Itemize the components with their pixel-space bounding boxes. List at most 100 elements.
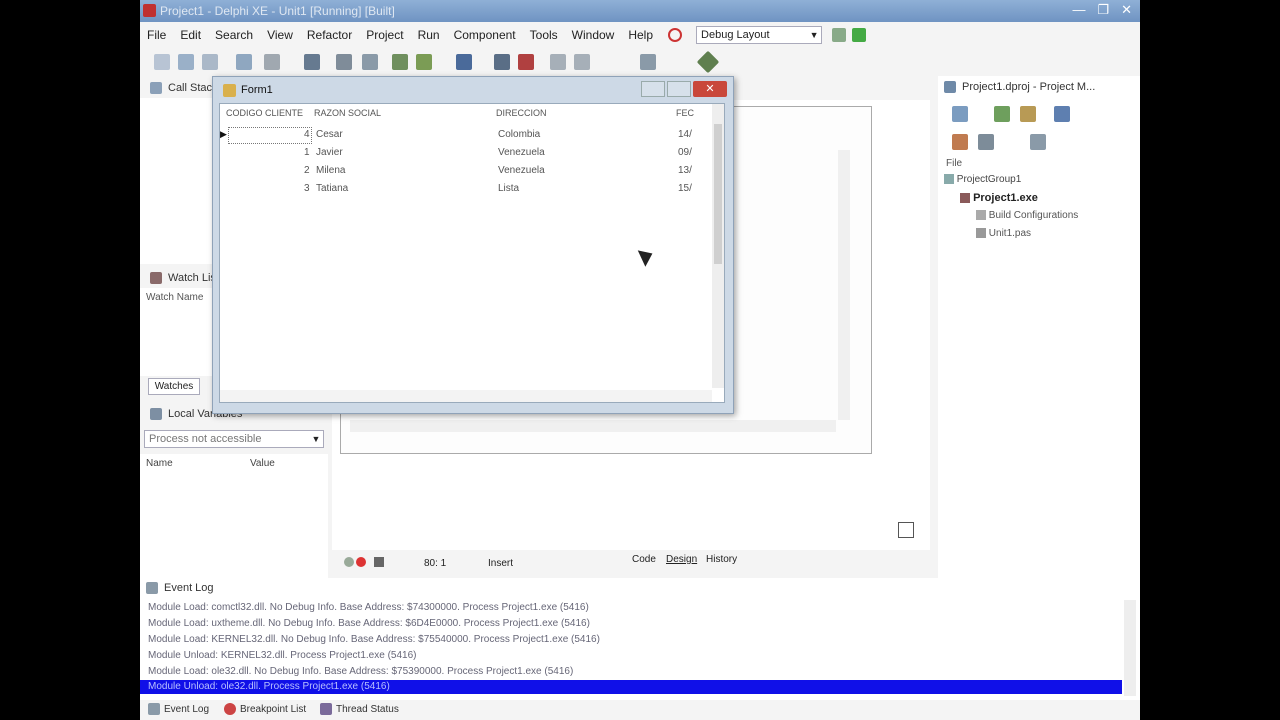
- cell-direccion[interactable]: Venezuela: [498, 165, 545, 176]
- tree-item-projectgroup[interactable]: ProjectGroup1: [944, 174, 1021, 185]
- copy-icon[interactable]: [362, 54, 378, 70]
- sort-icon[interactable]: [1030, 134, 1046, 150]
- table-row[interactable]: 3 Tatiana Lista 15/: [220, 180, 712, 198]
- table-row[interactable]: ▶ 4 Cesar Colombia 14/: [220, 126, 712, 144]
- cell-direccion[interactable]: Colombia: [498, 129, 540, 140]
- remove-project-icon[interactable]: [1020, 106, 1036, 122]
- sync-icon[interactable]: [952, 134, 968, 150]
- help-icon[interactable]: [668, 28, 683, 42]
- tab-event-log[interactable]: Event Log: [148, 700, 209, 718]
- add-file-icon[interactable]: [392, 54, 408, 70]
- cell-codigo[interactable]: 4: [304, 129, 310, 140]
- column-header-codigo[interactable]: CODIGO CLIENTE: [226, 108, 303, 122]
- cell-fecha[interactable]: 14/: [678, 129, 692, 140]
- menu-view[interactable]: View: [260, 28, 300, 42]
- cell-codigo[interactable]: 3: [304, 183, 310, 194]
- maximize-button[interactable]: ❐: [1097, 2, 1109, 18]
- form-close-button[interactable]: ✕: [693, 81, 727, 97]
- cell-direccion[interactable]: Venezuela: [498, 147, 545, 158]
- activate-icon[interactable]: [952, 106, 968, 122]
- view-icon[interactable]: [1054, 106, 1070, 122]
- menu-edit[interactable]: Edit: [173, 28, 208, 42]
- log-line[interactable]: Module Load: comctl32.dll. No Debug Info…: [148, 602, 589, 613]
- save-all-icon[interactable]: [304, 54, 320, 70]
- cell-fecha[interactable]: 15/: [678, 183, 692, 194]
- log-line[interactable]: Module Unload: KERNEL32.dll. Process Pro…: [148, 650, 416, 661]
- cell-razon[interactable]: Javier: [316, 147, 343, 158]
- menu-window[interactable]: Window: [565, 28, 622, 42]
- expand-icon[interactable]: [978, 134, 994, 150]
- local-process-combo[interactable]: Process not accessible ▼: [144, 430, 324, 448]
- component-icon[interactable]: [696, 50, 720, 74]
- log-line[interactable]: Module Load: ole32.dll. No Debug Info. B…: [148, 666, 573, 677]
- table-row[interactable]: 1 Javier Venezuela 09/: [220, 144, 712, 162]
- log-line[interactable]: Module Load: KERNEL32.dll. No Debug Info…: [148, 634, 600, 645]
- grid-hscroll[interactable]: [220, 390, 712, 402]
- layout-save-icon[interactable]: [832, 28, 847, 42]
- stop-icon[interactable]: [518, 54, 534, 70]
- cell-codigo[interactable]: 2: [304, 165, 310, 176]
- menu-help[interactable]: Help: [621, 28, 660, 42]
- layout-apply-icon[interactable]: [852, 28, 867, 42]
- menu-search[interactable]: Search: [208, 28, 260, 42]
- column-header-direccion[interactable]: DIRECCION: [496, 108, 547, 122]
- cell-fecha[interactable]: 09/: [678, 147, 692, 158]
- tree-item-project[interactable]: Project1.exe: [960, 192, 1038, 204]
- form-maximize-button[interactable]: [667, 81, 691, 97]
- tab-code[interactable]: Code: [632, 554, 656, 565]
- cell-razon[interactable]: Milena: [316, 165, 345, 176]
- folder-icon[interactable]: [336, 54, 352, 70]
- open-icon[interactable]: [178, 54, 194, 70]
- grid-vscroll[interactable]: [712, 104, 724, 388]
- form1-window[interactable]: Form1 ✕ CODIGO CLIENTE RAZON SOCIAL DIRE…: [212, 76, 734, 414]
- new-icon[interactable]: [154, 54, 170, 70]
- log-line[interactable]: Module Load: uxtheme.dll. No Debug Info.…: [148, 618, 590, 629]
- tree-item-build-config[interactable]: Build Configurations: [976, 210, 1078, 221]
- focused-cell[interactable]: [228, 127, 312, 144]
- local-value-column[interactable]: Value: [250, 458, 275, 469]
- editor-dock-icon[interactable]: [898, 522, 914, 538]
- tab-thread-status[interactable]: Thread Status: [320, 700, 399, 718]
- cell-codigo[interactable]: 1: [304, 147, 310, 158]
- close-button[interactable]: ✕: [1121, 2, 1132, 18]
- step-over-icon[interactable]: [550, 54, 566, 70]
- tree-item-unit[interactable]: Unit1.pas: [976, 228, 1031, 239]
- watches-tab[interactable]: Watches: [148, 378, 200, 395]
- run-icon[interactable]: [456, 54, 472, 70]
- cell-direccion[interactable]: Lista: [498, 183, 519, 194]
- table-row[interactable]: 2 Milena Venezuela 13/: [220, 162, 712, 180]
- log-line-selected[interactable]: Module Unload: ole32.dll. Process Projec…: [140, 680, 1122, 694]
- cell-razon[interactable]: Tatiana: [316, 183, 348, 194]
- tab-breakpoint-list[interactable]: Breakpoint List: [224, 700, 306, 718]
- cell-razon[interactable]: Cesar: [316, 129, 343, 140]
- pause-icon[interactable]: [494, 54, 510, 70]
- layout-combo[interactable]: Debug Layout ▼: [696, 26, 823, 44]
- menu-run[interactable]: Run: [411, 28, 447, 42]
- breakpoint-icon[interactable]: [640, 54, 656, 70]
- menu-file[interactable]: File: [140, 28, 173, 42]
- column-header-fecha[interactable]: FEC: [676, 108, 694, 122]
- tab-history[interactable]: History: [706, 554, 737, 565]
- log-vscroll[interactable]: [1124, 600, 1136, 696]
- dropdown-icon[interactable]: [264, 54, 280, 70]
- tab-design[interactable]: Design: [666, 554, 697, 565]
- save-icon[interactable]: [202, 54, 218, 70]
- new-project-icon[interactable]: [994, 106, 1010, 122]
- menu-refactor[interactable]: Refactor: [300, 28, 359, 42]
- editor-hscroll[interactable]: [350, 420, 836, 432]
- cell-fecha[interactable]: 13/: [678, 165, 692, 176]
- trace-into-icon[interactable]: [574, 54, 590, 70]
- local-name-column[interactable]: Name: [146, 458, 173, 469]
- form-minimize-button[interactable]: [641, 81, 665, 97]
- editor-vscroll[interactable]: [838, 150, 850, 420]
- toggle-icon[interactable]: [236, 54, 252, 70]
- macro-icon[interactable]: [374, 557, 384, 567]
- remove-file-icon[interactable]: [416, 54, 432, 70]
- column-header-razon[interactable]: RAZON SOCIAL: [314, 108, 381, 122]
- menu-component[interactable]: Component: [447, 28, 523, 42]
- grid-vscroll-thumb[interactable]: [714, 124, 722, 264]
- watch-name-column[interactable]: Watch Name: [146, 292, 203, 303]
- menu-tools[interactable]: Tools: [523, 28, 565, 42]
- minimize-button[interactable]: —: [1072, 2, 1085, 18]
- menu-project[interactable]: Project: [359, 28, 410, 42]
